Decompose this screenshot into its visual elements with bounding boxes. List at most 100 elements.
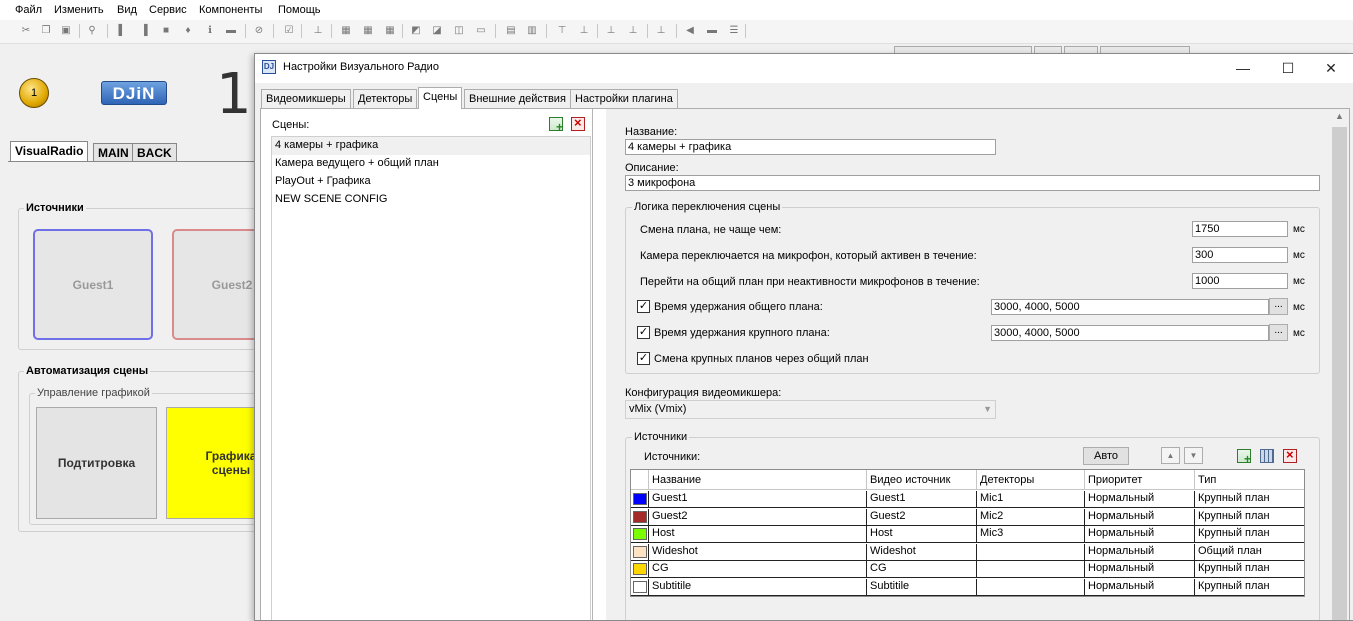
minimize-button[interactable]: —: [1221, 54, 1265, 83]
table-cell-type[interactable]: Общий план: [1195, 544, 1304, 561]
name-input[interactable]: 4 камеры + графика: [625, 139, 996, 155]
table-cell-priority[interactable]: Нормальный: [1085, 543, 1195, 561]
minus-icon[interactable]: ▬: [706, 25, 718, 37]
table-header-cell[interactable]: Видео источник: [867, 470, 977, 490]
tab-back[interactable]: BACK: [132, 143, 177, 162]
table-cell-type[interactable]: Крупный план: [1195, 526, 1304, 543]
subtitle-graphics-button[interactable]: Подтитровка: [36, 407, 157, 519]
window-icon[interactable]: ▭: [475, 25, 487, 37]
menu-components[interactable]: Компоненты: [199, 4, 262, 16]
merge-icon[interactable]: ◩: [410, 25, 422, 37]
find-icon[interactable]: ⚲: [86, 25, 98, 37]
hold-wide-ellipsis-button[interactable]: ...: [1269, 298, 1288, 315]
align-left-icon[interactable]: ▌: [116, 25, 128, 37]
add-scene-icon[interactable]: [549, 117, 563, 134]
auto-button[interactable]: Авто: [1083, 447, 1129, 465]
delete-source-icon[interactable]: [1283, 447, 1297, 463]
layers-icon[interactable]: ▤: [505, 25, 517, 37]
scene-list-item[interactable]: 4 камеры + графика: [272, 137, 590, 155]
move-up-button[interactable]: ▲: [1161, 447, 1180, 464]
table-cell-detectors[interactable]: Mic3: [977, 526, 1085, 544]
table-cell-priority[interactable]: Нормальный: [1085, 508, 1195, 526]
table-cell-video[interactable]: Subtitile: [867, 579, 977, 596]
description-input[interactable]: 3 микрофона: [625, 175, 1320, 191]
delete-scene-icon[interactable]: [571, 115, 585, 131]
hold-close-checkbox[interactable]: ✓: [637, 326, 650, 339]
move-down-button[interactable]: ▼: [1184, 447, 1203, 464]
table-cell-type[interactable]: Крупный план: [1195, 579, 1304, 596]
table-cell-type[interactable]: Крупный план: [1195, 491, 1304, 508]
menu-help[interactable]: Помощь: [278, 4, 321, 16]
add-source-icon[interactable]: [1237, 449, 1251, 466]
align-bottom-icon[interactable]: ⊥: [578, 25, 590, 37]
table-cell-type[interactable]: Крупный план: [1195, 509, 1304, 526]
mixer-config-select[interactable]: vMix (Vmix) ▼: [625, 400, 996, 419]
no-entry-icon[interactable]: ⊘: [253, 25, 265, 37]
paste-icon[interactable]: ▣: [60, 25, 72, 37]
scrollbar-thumb[interactable]: [1332, 127, 1347, 620]
table-cell-video[interactable]: CG: [867, 561, 977, 579]
grid-icon[interactable]: ▦: [362, 25, 374, 37]
microphone-icon[interactable]: ♦: [182, 25, 194, 37]
table-cell-priority[interactable]: Нормальный: [1085, 561, 1195, 579]
table-cell-detectors[interactable]: [977, 579, 1085, 596]
scene-list-item[interactable]: Камера ведущего + общий план: [272, 155, 590, 173]
table-cell-video[interactable]: Guest1: [867, 491, 977, 508]
scroll-up-icon[interactable]: ▲: [1335, 111, 1344, 121]
hold-close-ellipsis-button[interactable]: ...: [1269, 324, 1288, 341]
grid-icon[interactable]: ▦: [384, 25, 396, 37]
scene-list-item[interactable]: NEW SCENE CONFIG: [272, 191, 590, 209]
table-cell-priority[interactable]: Нормальный: [1085, 491, 1195, 508]
color-swatch[interactable]: [633, 545, 647, 558]
comment-icon[interactable]: ▬: [225, 25, 237, 37]
tab-visualradio[interactable]: VisualRadio: [10, 141, 89, 162]
close-button[interactable]: ✕: [1309, 54, 1353, 83]
menu-service[interactable]: Сервис: [149, 4, 187, 16]
align-bottom-icon[interactable]: ⊥: [312, 25, 324, 37]
table-cell-video[interactable]: Guest2: [867, 508, 977, 526]
table-row[interactable]: Subtitile Subtitile Нормальный Крупный план: [631, 579, 1304, 596]
table-cell-name[interactable]: CG: [649, 561, 867, 579]
table-header-cell[interactable]: Тип: [1195, 470, 1304, 490]
color-swatch[interactable]: [633, 563, 647, 576]
volume-icon[interactable]: ◀: [684, 25, 696, 37]
table-cell-priority[interactable]: Нормальный: [1085, 526, 1195, 544]
vertical-scrollbar[interactable]: ▲: [1330, 109, 1349, 620]
tab-scenes[interactable]: Сцены: [418, 87, 463, 109]
table-cell-type[interactable]: Крупный план: [1195, 561, 1304, 578]
color-swatch[interactable]: [633, 528, 647, 541]
table-header-cell[interactable]: Название: [649, 470, 867, 490]
source-tile-guest1[interactable]: Guest1: [33, 229, 153, 340]
align-top-icon[interactable]: ⊤: [556, 25, 568, 37]
table-cell-video[interactable]: Wideshot: [867, 543, 977, 561]
checkbox-icon[interactable]: ☑: [283, 25, 295, 37]
table-cell-name[interactable]: Guest1: [649, 491, 867, 508]
bring-front-icon[interactable]: ⊥: [655, 25, 667, 37]
table-cell-priority[interactable]: Нормальный: [1085, 579, 1195, 596]
table-cell-detectors[interactable]: [977, 561, 1085, 579]
table-cell-detectors[interactable]: Mic1: [977, 491, 1085, 508]
via-wide-checkbox[interactable]: ✓: [637, 352, 650, 365]
table-cell-detectors[interactable]: Mic2: [977, 508, 1085, 526]
menu-file[interactable]: Файл: [15, 4, 42, 16]
distribute-icon[interactable]: ⊥: [605, 25, 617, 37]
table-row[interactable]: Wideshot Wideshot Нормальный Общий план: [631, 543, 1304, 561]
scene-list-item[interactable]: PlayOut + Графика: [272, 173, 590, 191]
mic-active-input[interactable]: 300: [1192, 247, 1288, 263]
distribute-icon[interactable]: ⊥: [627, 25, 639, 37]
maximize-button[interactable]: ☐: [1266, 54, 1310, 83]
chart-icon[interactable]: ▥: [526, 25, 538, 37]
table-cell-name[interactable]: Host: [649, 526, 867, 544]
tab-video-mixers[interactable]: Видеомикшеры: [261, 89, 351, 108]
image-icon[interactable]: ◫: [453, 25, 465, 37]
cut-icon[interactable]: ✂: [20, 25, 32, 37]
menu-edit[interactable]: Изменить: [54, 4, 104, 16]
color-swatch[interactable]: [633, 581, 647, 593]
columns-icon[interactable]: [1260, 449, 1274, 463]
tab-plugin-settings[interactable]: Настройки плагина: [570, 89, 678, 108]
table-header-cell[interactable]: Детекторы: [977, 470, 1085, 490]
tab-detectors[interactable]: Детекторы: [353, 89, 418, 108]
table-header-cell[interactable]: Приоритет: [1085, 470, 1195, 490]
table-cell-detectors[interactable]: [977, 543, 1085, 561]
hold-wide-checkbox[interactable]: ✓: [637, 300, 650, 313]
